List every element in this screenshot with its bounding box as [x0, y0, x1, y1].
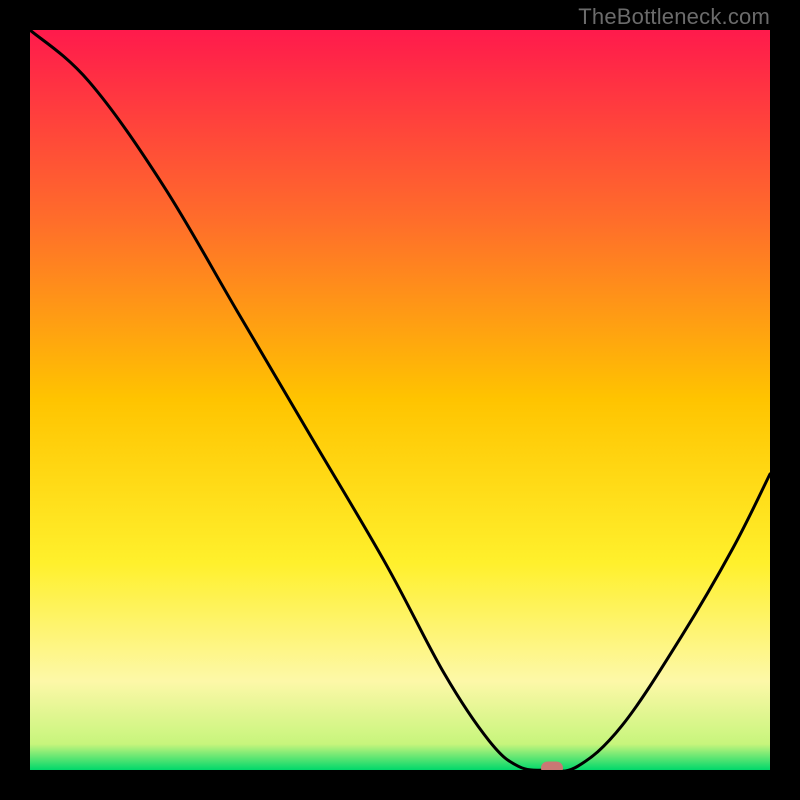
bottleneck-curve: [30, 30, 770, 770]
plot-area: [30, 30, 770, 770]
watermark-text: TheBottleneck.com: [578, 4, 770, 30]
chart-frame: TheBottleneck.com: [0, 0, 800, 800]
optimal-point-marker: [541, 761, 563, 770]
